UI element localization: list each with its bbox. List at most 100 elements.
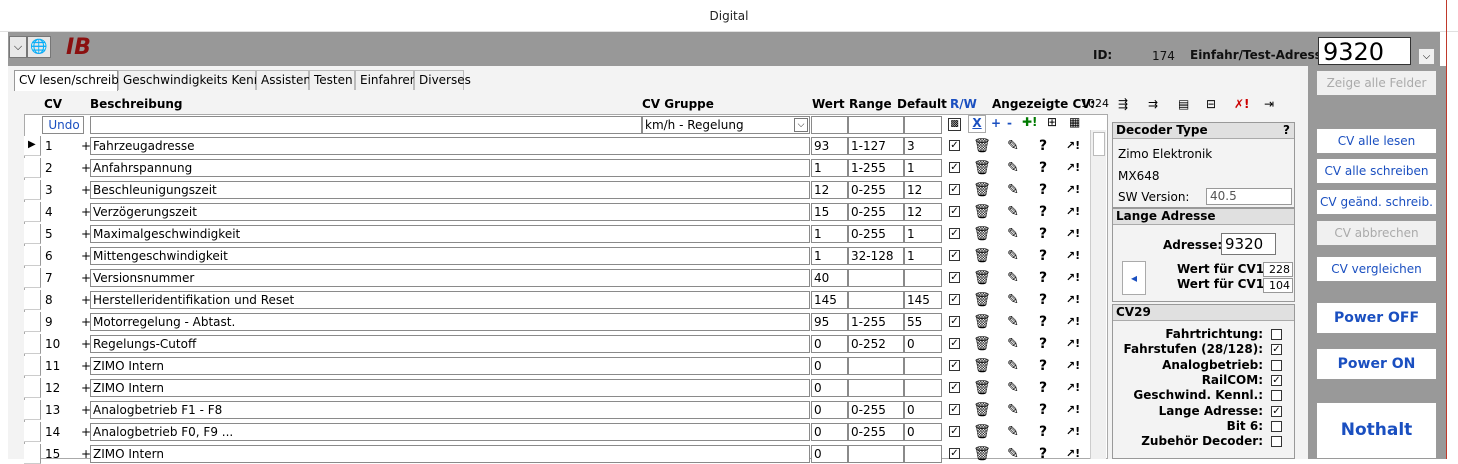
edit-icon[interactable]: ✎ bbox=[1004, 226, 1022, 242]
table-options-icon[interactable]: ▦ bbox=[1069, 115, 1080, 129]
rw-checkbox[interactable]: ✓ bbox=[949, 184, 960, 195]
trash-icon[interactable]: 🗑 bbox=[973, 204, 991, 220]
row-selector[interactable] bbox=[24, 312, 41, 332]
write-changed-button[interactable]: CV geänd. schreib. bbox=[1316, 189, 1437, 215]
rw-checkbox[interactable]: ✓ bbox=[949, 162, 960, 173]
write-cv-icon[interactable]: ↗! bbox=[1064, 424, 1082, 440]
rw-checkbox[interactable]: ✓ bbox=[949, 448, 960, 459]
rw-checkbox[interactable]: ✓ bbox=[949, 206, 960, 217]
cv-value-input[interactable]: 0 bbox=[811, 401, 848, 419]
edit-icon[interactable]: ✎ bbox=[1004, 160, 1022, 176]
cv-value-input[interactable]: 93 bbox=[811, 137, 848, 155]
help-icon[interactable]: ? bbox=[1034, 314, 1052, 330]
help-icon[interactable]: ? bbox=[1034, 204, 1052, 220]
cv-value-input[interactable]: 1 bbox=[811, 247, 848, 265]
emergency-stop-button[interactable]: Nothalt bbox=[1316, 402, 1437, 459]
left-arrow-button[interactable]: ◂ bbox=[1122, 261, 1146, 295]
add-cv-icon[interactable]: ✚! bbox=[1022, 115, 1038, 129]
edit-icon[interactable]: ✎ bbox=[1004, 270, 1022, 286]
help-icon[interactable]: ? bbox=[1034, 138, 1052, 154]
range-filter-input[interactable] bbox=[848, 116, 904, 134]
help-icon[interactable]: ? bbox=[1034, 358, 1052, 374]
table-scrollbar[interactable] bbox=[1090, 130, 1106, 459]
default-filter-input[interactable] bbox=[904, 116, 942, 134]
edit-icon[interactable]: ✎ bbox=[1004, 314, 1022, 330]
help-icon[interactable]: ? bbox=[1034, 292, 1052, 308]
trash-icon[interactable]: 🗑 bbox=[973, 402, 991, 418]
show-all-fields-button[interactable]: Zeige alle Felder bbox=[1316, 70, 1437, 96]
rw-checkbox[interactable]: ✓ bbox=[949, 382, 960, 393]
edit-icon[interactable]: ✎ bbox=[1004, 402, 1022, 418]
clear-filter-button[interactable]: X bbox=[968, 115, 986, 133]
list-icon[interactable]: ▤ bbox=[1178, 97, 1189, 111]
rw-checkbox[interactable]: ✓ bbox=[949, 272, 960, 283]
trash-icon[interactable]: 🗑 bbox=[973, 182, 991, 198]
write-cv-icon[interactable]: ↗! bbox=[1064, 446, 1082, 462]
long-address-input[interactable]: 9320 bbox=[1221, 233, 1276, 255]
tab-speed-curve[interactable]: Geschwindigkeits Kennlinie bbox=[118, 70, 286, 90]
value-filter-input[interactable] bbox=[811, 116, 848, 134]
cv-value-input[interactable]: 95 bbox=[811, 313, 848, 331]
cv-value-input[interactable]: 0 bbox=[811, 357, 848, 375]
edit-icon[interactable]: ✎ bbox=[1004, 292, 1022, 308]
help-icon[interactable]: ? bbox=[1034, 226, 1052, 242]
row-selector[interactable] bbox=[24, 246, 41, 266]
cv-value-input[interactable]: 0 bbox=[811, 423, 848, 441]
write-cv-icon[interactable]: ↗! bbox=[1064, 248, 1082, 264]
cv-value-input[interactable]: 0 bbox=[811, 445, 848, 463]
write-cv-icon[interactable]: ↗! bbox=[1064, 226, 1082, 242]
write-cv-icon[interactable]: ↗! bbox=[1064, 160, 1082, 176]
chevron-down-icon[interactable]: ⌵ bbox=[794, 118, 808, 132]
globe-icon[interactable]: 🌐 bbox=[27, 36, 51, 58]
delete-icon[interactable]: ✗! bbox=[1234, 97, 1250, 111]
edit-icon[interactable]: ✎ bbox=[1004, 446, 1022, 462]
write-cv-icon[interactable]: ↗! bbox=[1064, 358, 1082, 374]
write-cv-icon[interactable]: ↗! bbox=[1064, 402, 1082, 418]
trash-icon[interactable]: 🗑 bbox=[973, 160, 991, 176]
tab-run-in[interactable]: Einfahren bbox=[355, 70, 417, 90]
row-selector[interactable] bbox=[24, 356, 41, 376]
chevron-down-icon[interactable]: ⌵ bbox=[1418, 48, 1435, 65]
read-all-button[interactable]: CV alle lesen bbox=[1316, 128, 1437, 154]
cv-value-input[interactable]: 145 bbox=[811, 291, 848, 309]
trash-icon[interactable]: 🗑 bbox=[973, 292, 991, 308]
trash-icon[interactable]: 🗑 bbox=[973, 314, 991, 330]
write-cv-icon[interactable]: ↗! bbox=[1064, 292, 1082, 308]
cv-value-input[interactable]: 0 bbox=[811, 335, 848, 353]
rw-checkbox[interactable]: ✓ bbox=[949, 360, 960, 371]
rw-checkbox[interactable]: ✓ bbox=[949, 316, 960, 327]
trash-icon[interactable]: 🗑 bbox=[973, 358, 991, 374]
import-icon[interactable]: ⇶ bbox=[1118, 97, 1128, 111]
export-icon[interactable]: ⇉ bbox=[1148, 97, 1158, 111]
write-cv-icon[interactable]: ↗! bbox=[1064, 380, 1082, 396]
row-selector[interactable] bbox=[24, 180, 41, 200]
help-icon[interactable]: ? bbox=[1034, 402, 1052, 418]
row-selector[interactable]: ▶ bbox=[24, 136, 41, 156]
test-address-input[interactable]: 9320 bbox=[1318, 37, 1411, 66]
row-selector[interactable] bbox=[24, 268, 41, 288]
row-selector[interactable] bbox=[24, 202, 41, 222]
row-selector[interactable] bbox=[24, 158, 41, 178]
power-off-button[interactable]: Power OFF bbox=[1316, 302, 1437, 334]
help-question[interactable]: ? bbox=[1283, 123, 1290, 137]
undo-button[interactable]: Undo bbox=[42, 116, 84, 134]
cv29-bit-checkbox[interactable]: ✓ bbox=[1271, 344, 1282, 356]
trash-icon[interactable]: 🗑 bbox=[973, 226, 991, 242]
write-cv-icon[interactable]: ↗! bbox=[1064, 336, 1082, 352]
tab-cv-read-write[interactable]: CV lesen/schreiben bbox=[14, 70, 134, 91]
rw-checkbox[interactable]: ✓ bbox=[949, 140, 960, 151]
menu-dropdown-button[interactable]: ⌵ bbox=[9, 36, 27, 58]
trash-icon[interactable]: 🗑 bbox=[973, 380, 991, 396]
row-selector[interactable] bbox=[24, 444, 41, 464]
cv29-bit-checkbox[interactable] bbox=[1271, 436, 1282, 448]
rw-checkbox[interactable]: ✓ bbox=[949, 294, 960, 305]
row-selector[interactable] bbox=[24, 224, 41, 244]
help-icon[interactable]: ? bbox=[1034, 336, 1052, 352]
cv-value-input[interactable]: 0 bbox=[811, 379, 848, 397]
row-selector[interactable] bbox=[24, 400, 41, 420]
select-all-checkbox[interactable]: ▩ bbox=[948, 118, 961, 131]
cv-value-input[interactable]: 40 bbox=[811, 269, 848, 287]
cv29-bit-checkbox[interactable] bbox=[1271, 390, 1282, 402]
description-filter-input[interactable] bbox=[90, 116, 642, 134]
cv-value-input[interactable]: 1 bbox=[811, 225, 848, 243]
